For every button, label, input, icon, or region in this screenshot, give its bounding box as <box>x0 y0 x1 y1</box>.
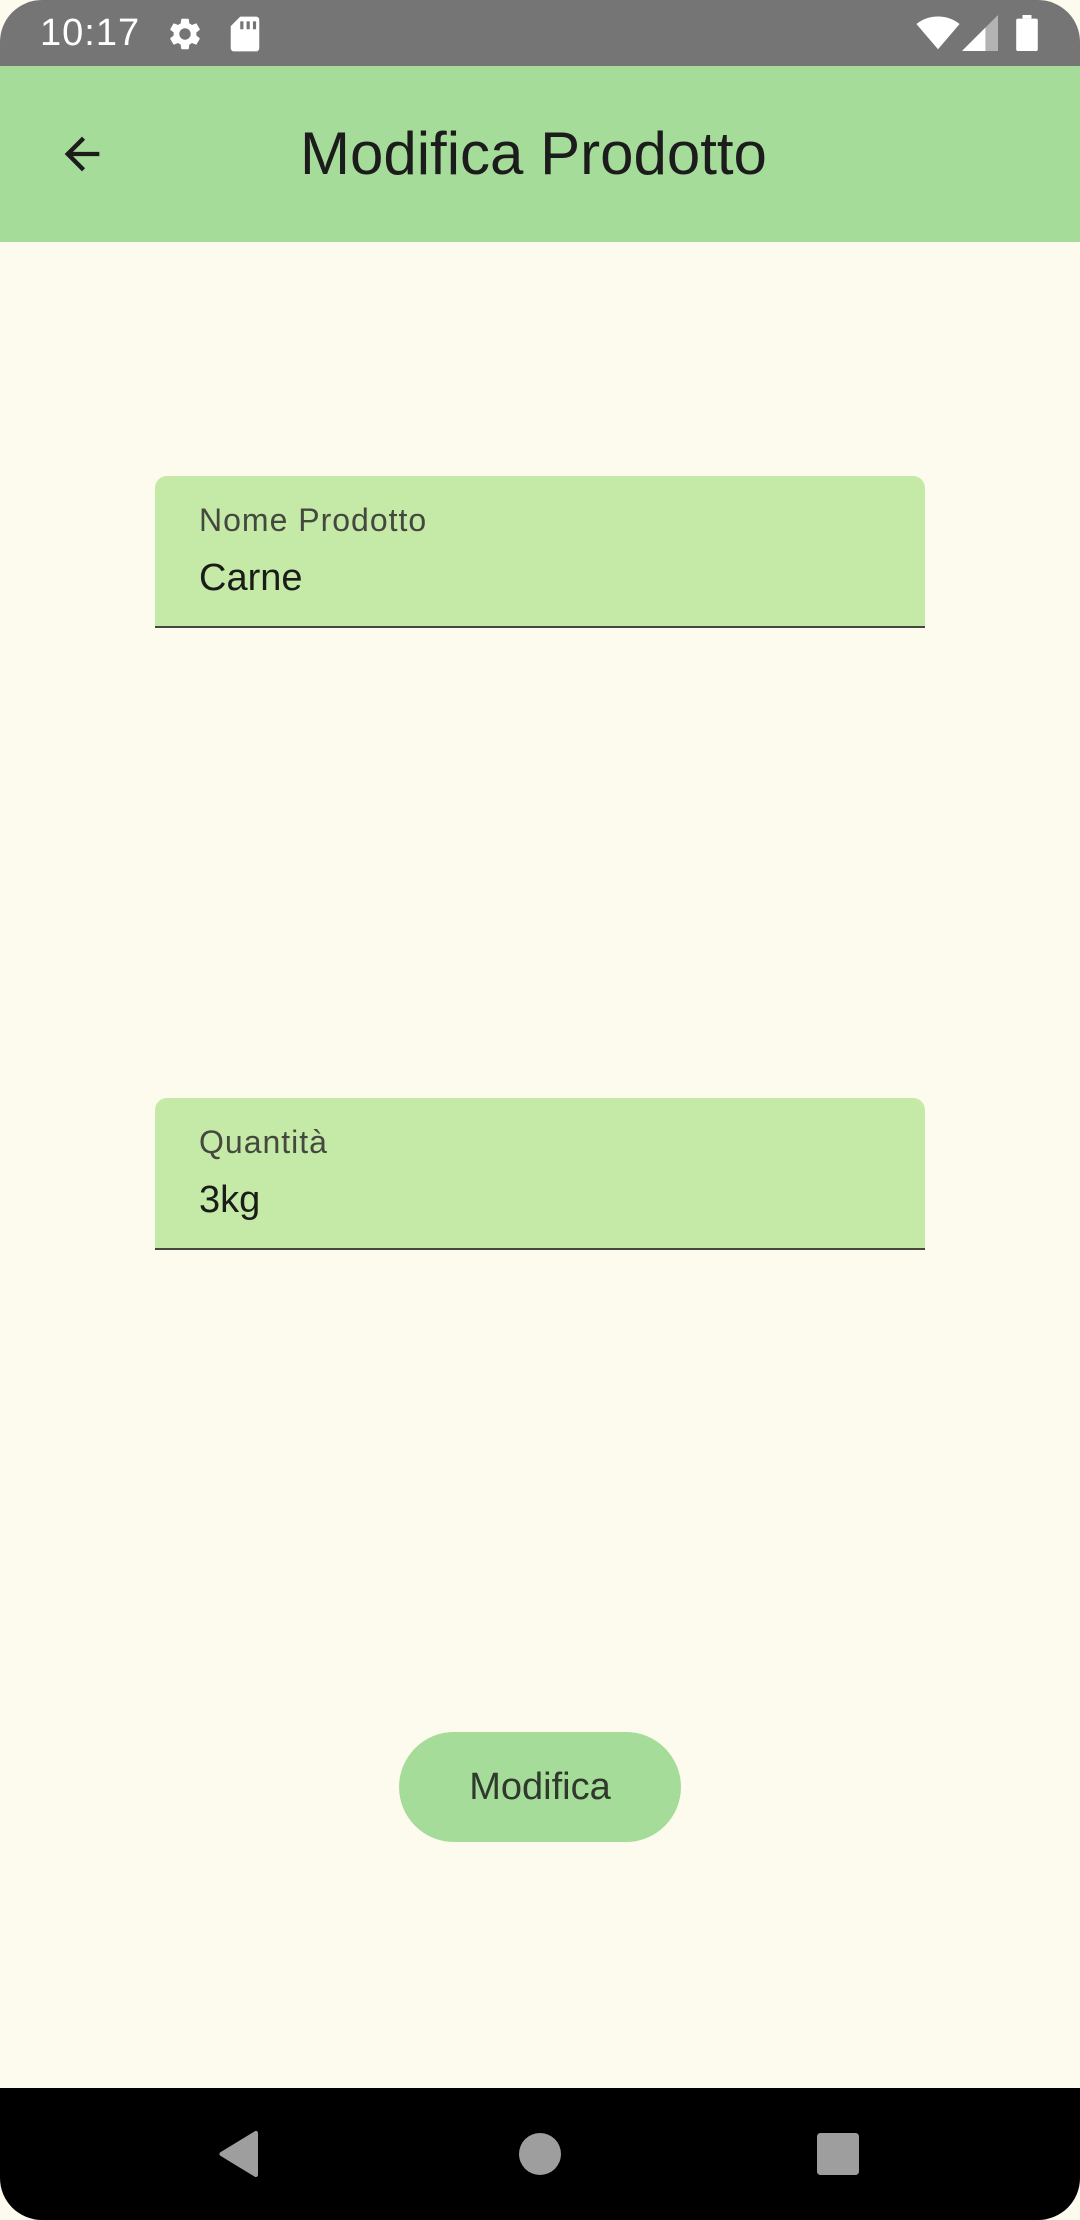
back-button[interactable] <box>38 110 126 198</box>
nav-back-icon <box>219 2130 258 2178</box>
modify-button[interactable]: Modifica <box>399 1732 681 1842</box>
quantity-label: Quantità <box>199 1124 328 1160</box>
edit-product-form: Nome Prodotto Carne Quantità 3kg Modific… <box>0 242 1080 2088</box>
product-name-value[interactable]: Carne <box>199 554 303 602</box>
nav-recents-button[interactable] <box>794 2110 882 2198</box>
system-navigation-bar <box>0 2088 1080 2220</box>
product-name-field[interactable]: Nome Prodotto Carne <box>155 476 925 628</box>
status-time: 10:17 <box>40 12 141 54</box>
top-app-bar: Modifica Prodotto <box>0 66 1080 242</box>
quantity-field[interactable]: Quantità 3kg <box>155 1098 925 1250</box>
cellular-signal-icon <box>962 15 998 51</box>
nav-recents-icon <box>817 2133 859 2175</box>
gear-icon <box>170 18 200 50</box>
arrow-back-icon <box>64 136 100 172</box>
battery-icon <box>1016 15 1038 51</box>
sd-card-icon <box>230 16 260 52</box>
nav-home-button[interactable] <box>496 2110 584 2198</box>
status-bar: 10:17 <box>0 0 1080 66</box>
nav-home-icon <box>519 2133 561 2175</box>
page-title: Modifica Prodotto <box>300 120 767 187</box>
nav-back-button[interactable] <box>196 2110 284 2198</box>
product-name-label: Nome Prodotto <box>199 502 428 538</box>
wifi-icon <box>916 16 960 50</box>
quantity-value[interactable]: 3kg <box>199 1176 260 1224</box>
